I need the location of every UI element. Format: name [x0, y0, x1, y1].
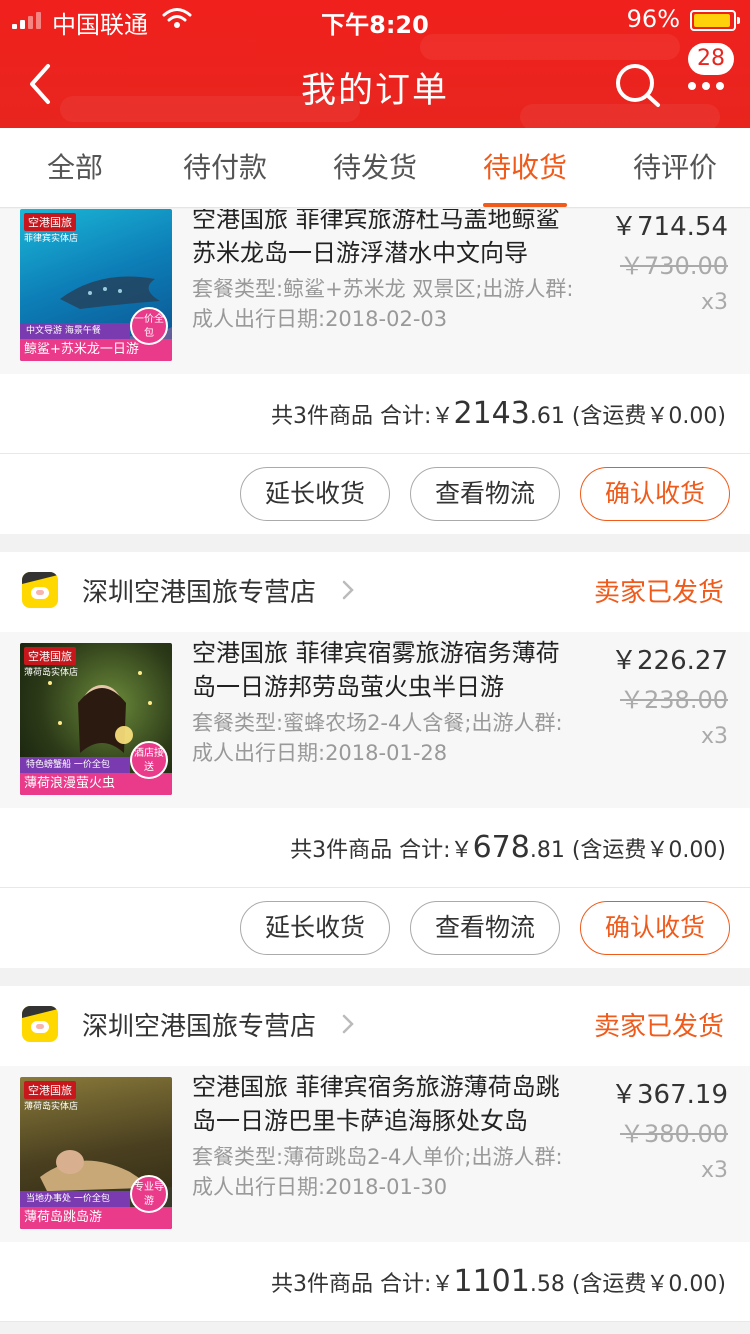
shipping-fee: (含运费￥0.00) [571, 404, 726, 429]
order-total: 共3件商品 合计:￥2143.61 (含运费￥0.00) [271, 396, 726, 431]
chevron-right-icon [342, 580, 354, 600]
order-total: 共3件商品 合计:￥1101.58 (含运费￥0.00) [271, 1264, 726, 1299]
shop-logo [22, 572, 58, 608]
total-decimal: .58 [529, 1272, 565, 1297]
product-spec: 套餐类型:鲸鲨+苏米龙 双景区;出游人群:成人出行日期:2018-02-03 [192, 277, 574, 331]
order-total-row: 共3件商品 合计:￥1101.58 (含运费￥0.00) [0, 1242, 750, 1322]
extend-receipt-button[interactable]: 延长收货 [240, 901, 390, 955]
item-price: ￥714.54 [611, 212, 728, 242]
order-card: 深圳空港国旅专营店 卖家已发货 空港国旅 薄荷岛实体店 当地办事处 一价全包 薄… [0, 986, 750, 1322]
order-actions: 延长收货 查看物流 确认收货 [0, 454, 750, 534]
brand-badge: 空港国旅 [24, 1081, 76, 1099]
brand-subtitle: 薄荷岛实体店 [24, 1102, 79, 1112]
tab-label: 待收货 [482, 151, 567, 184]
product-spec: 套餐类型:蜜蜂农场2-4人含餐;出游人群:成人出行日期:2018-01-28 [192, 711, 563, 765]
sum-label: 合计: [380, 1272, 432, 1297]
brand-badge: 空港国旅 [24, 647, 76, 665]
status-bar: 中国联通 下午8:20 96% [0, 0, 750, 40]
total-integer: 678 [472, 830, 530, 865]
tab-all[interactable]: 全部 [0, 128, 150, 207]
product-title[interactable]: 空港国旅 菲律宾宿务旅游薄荷岛跳岛一日游巴里卡萨追海豚处女岛 [192, 1070, 582, 1138]
item-quantity: x3 [700, 724, 728, 749]
order-item[interactable]: 空港国旅 薄荷岛实体店 当地办事处 一价全包 薄荷岛跳岛游 专业导游 空港国旅 … [0, 1066, 750, 1242]
brand-subtitle: 菲律宾实体店 [24, 234, 79, 244]
total-integer: 2143 [453, 396, 530, 431]
original-price: ￥238.00 [620, 686, 728, 714]
tab-label: 全部 [46, 151, 103, 184]
order-total-row: 共3件商品 合计:￥678.81 (含运费￥0.00) [0, 808, 750, 888]
order-card: 深圳空港国旅专营店 卖家已发货 空港国旅 薄荷岛实体店 特色螃蟹船 一价全包 薄… [0, 552, 750, 968]
original-price: ￥730.00 [620, 252, 728, 280]
product-thumbnail[interactable]: 空港国旅 薄荷岛实体店 特色螃蟹船 一价全包 薄荷浪漫萤火虫 酒店接送 [20, 643, 172, 795]
product-title[interactable]: 空港国旅 菲律宾宿雾旅游宿务薄荷岛一日游邦劳岛萤火虫半日游 [192, 636, 582, 704]
shipping-status: 卖家已发货 [593, 1012, 724, 1042]
shipping-fee: (含运费￥0.00) [571, 1272, 726, 1297]
confirm-receipt-button[interactable]: 确认收货 [580, 901, 730, 955]
thumbnail-tag: 中文导游 海景午餐 [20, 323, 130, 339]
tab-label: 待付款 [182, 151, 267, 184]
battery-level [694, 14, 731, 27]
item-quantity: x3 [700, 1158, 728, 1183]
total-decimal: .81 [529, 838, 565, 863]
tab-pending-payment[interactable]: 待付款 [150, 128, 300, 207]
tab-pending-review[interactable]: 待评价 [600, 128, 750, 207]
order-total: 共3件商品 合计:￥678.81 (含运费￥0.00) [290, 830, 726, 865]
currency-symbol: ￥ [431, 1272, 454, 1297]
item-price: ￥226.27 [611, 646, 728, 676]
product-thumbnail[interactable]: 空港国旅 菲律宾实体店 中文导游 海景午餐 鲸鲨+苏米龙一日游 一价全包 [20, 209, 172, 361]
product-title[interactable]: 空港国旅 菲律宾旅游杜马盖地鲸鲨苏米龙岛一日游浮潜水中文向导 [192, 209, 582, 270]
order-tabs: 全部 待付款 待发货 待收货 待评价 [0, 128, 750, 208]
extend-receipt-button[interactable]: 延长收货 [240, 467, 390, 521]
product-spec: 套餐类型:薄荷跳岛2-4人单价;出游人群:成人出行日期:2018-01-30 [192, 1145, 563, 1199]
brand-subtitle: 薄荷岛实体店 [24, 668, 79, 678]
currency-symbol: ￥ [431, 404, 454, 429]
order-item[interactable]: 空港国旅 菲律宾实体店 中文导游 海景午餐 鲸鲨+苏米龙一日游 一价全包 空港国… [0, 209, 750, 374]
view-logistics-button[interactable]: 查看物流 [410, 467, 560, 521]
tab-pending-receipt[interactable]: 待收货 [450, 128, 600, 207]
battery-icon [690, 10, 740, 31]
shipping-fee: (含运费￥0.00) [571, 838, 726, 863]
brand-badge: 空港国旅 [24, 213, 76, 231]
order-item[interactable]: 空港国旅 薄荷岛实体店 特色螃蟹船 一价全包 薄荷浪漫萤火虫 酒店接送 空港国旅… [0, 632, 750, 808]
order-total-row: 共3件商品 合计:￥2143.61 (含运费￥0.00) [0, 374, 750, 454]
item-count: 共3件商品 [290, 838, 393, 863]
thumbnail-circle-label: 酒店接送 [130, 741, 168, 779]
shop-header[interactable]: 深圳空港国旅专营店 卖家已发货 [0, 552, 750, 632]
active-tab-indicator [483, 203, 567, 207]
item-price: ￥367.19 [611, 1080, 728, 1110]
order-list[interactable]: 空港国旅 菲律宾实体店 中文导游 海景午餐 鲸鲨+苏米龙一日游 一价全包 空港国… [0, 209, 750, 1334]
currency-symbol: ￥ [450, 838, 473, 863]
battery-percent: 96% [626, 5, 680, 33]
tab-pending-shipment[interactable]: 待发货 [300, 128, 450, 207]
item-quantity: x3 [700, 290, 728, 315]
total-integer: 1101 [453, 1264, 530, 1299]
product-thumbnail[interactable]: 空港国旅 薄荷岛实体店 当地办事处 一价全包 薄荷岛跳岛游 专业导游 [20, 1077, 172, 1229]
shop-logo [22, 1006, 58, 1042]
item-count: 共3件商品 [271, 404, 374, 429]
view-logistics-button[interactable]: 查看物流 [410, 901, 560, 955]
tab-label: 待评价 [632, 151, 717, 184]
sum-label: 合计: [380, 404, 432, 429]
item-count: 共3件商品 [271, 1272, 374, 1297]
thumbnail-circle-label: 一价全包 [130, 307, 168, 345]
message-count-badge[interactable]: 28 [688, 43, 734, 75]
total-decimal: .61 [529, 404, 565, 429]
shop-header[interactable]: 深圳空港国旅专营店 卖家已发货 [0, 986, 750, 1066]
thumbnail-tag: 当地办事处 一价全包 [20, 1191, 130, 1207]
shop-name[interactable]: 深圳空港国旅专营店 [82, 572, 316, 609]
shipping-status: 卖家已发货 [593, 578, 724, 608]
app-header: 中国联通 下午8:20 96% 我的订单 28 [0, 0, 750, 128]
confirm-receipt-button[interactable]: 确认收货 [580, 467, 730, 521]
thumbnail-tag: 特色螃蟹船 一价全包 [20, 757, 130, 773]
thumbnail-circle-label: 专业导游 [130, 1175, 168, 1213]
original-price: ￥380.00 [620, 1120, 728, 1148]
order-actions: 延长收货 查看物流 确认收货 [0, 888, 750, 968]
search-icon[interactable] [614, 62, 662, 108]
order-card: 空港国旅 菲律宾实体店 中文导游 海景午餐 鲸鲨+苏米龙一日游 一价全包 空港国… [0, 209, 750, 534]
shop-name[interactable]: 深圳空港国旅专营店 [82, 1006, 316, 1043]
sum-label: 合计: [399, 838, 451, 863]
chevron-right-icon [342, 1014, 354, 1034]
tab-label: 待发货 [332, 151, 417, 184]
